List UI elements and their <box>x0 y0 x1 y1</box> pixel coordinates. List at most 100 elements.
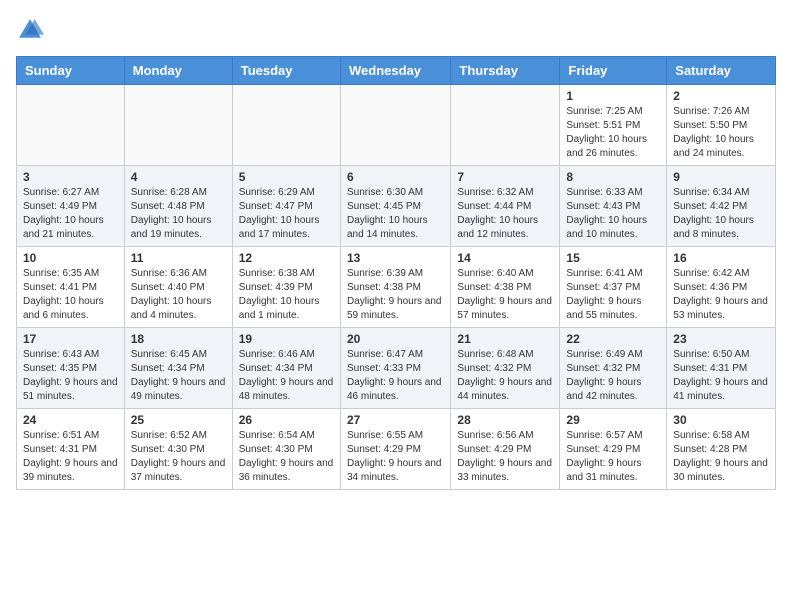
day-number: 15 <box>566 251 660 265</box>
calendar-cell: 29 Sunrise: 6:57 AM Sunset: 4:29 PM Dayli… <box>560 409 667 490</box>
calendar-week-row: 17 Sunrise: 6:43 AM Sunset: 4:35 PM Dayli… <box>17 328 776 409</box>
calendar-cell: 25 Sunrise: 6:52 AM Sunset: 4:30 PM Dayli… <box>124 409 232 490</box>
day-number: 22 <box>566 332 660 346</box>
weekday-header-thursday: Thursday <box>451 57 560 85</box>
calendar-cell: 9Sunrise: 6:34 AM Sunset: 4:42 PM Daylig… <box>667 166 776 247</box>
day-info: Sunrise: 7:26 AM Sunset: 5:50 PM Dayligh… <box>673 105 769 161</box>
day-number: 18 <box>131 332 226 346</box>
calendar-cell: 2 Sunrise: 7:26 AM Sunset: 5:50 PM Daylig… <box>667 85 776 166</box>
calendar-week-row: 10Sunrise: 6:35 AM Sunset: 4:41 PM Dayli… <box>17 247 776 328</box>
calendar-cell: 11 Sunrise: 6:36 AM Sunset: 4:40 PM Dayli… <box>124 247 232 328</box>
day-number: 8 <box>566 170 660 184</box>
day-info: Sunrise: 6:32 AM Sunset: 4:44 PM Dayligh… <box>457 186 553 242</box>
day-number: 7 <box>457 170 553 184</box>
day-number: 26 <box>239 413 334 427</box>
logo-icon <box>16 16 44 44</box>
calendar-cell: 20 Sunrise: 6:47 AM Sunset: 4:33 PM Dayli… <box>340 328 450 409</box>
calendar-cell: 26 Sunrise: 6:54 AM Sunset: 4:30 PM Dayli… <box>232 409 340 490</box>
calendar-cell <box>340 85 450 166</box>
day-number: 5 <box>239 170 334 184</box>
calendar-cell: 13 Sunrise: 6:39 AM Sunset: 4:38 PM Dayli… <box>340 247 450 328</box>
calendar-cell: 24 Sunrise: 6:51 AM Sunset: 4:31 PM Dayli… <box>17 409 125 490</box>
day-number: 1 <box>566 89 660 103</box>
day-number: 21 <box>457 332 553 346</box>
logo <box>16 16 48 44</box>
day-info: Sunrise: 6:58 AM Sunset: 4:28 PM Dayligh… <box>673 429 769 485</box>
day-number: 3 <box>23 170 118 184</box>
day-info: Sunrise: 6:40 AM Sunset: 4:38 PM Dayligh… <box>457 267 553 323</box>
day-number: 16 <box>673 251 769 265</box>
day-info: Sunrise: 6:57 AM Sunset: 4:29 PM Dayligh… <box>566 429 660 485</box>
day-number: 25 <box>131 413 226 427</box>
calendar-cell <box>232 85 340 166</box>
day-info: Sunrise: 7:25 AM Sunset: 5:51 PM Dayligh… <box>566 105 660 161</box>
weekday-header-saturday: Saturday <box>667 57 776 85</box>
calendar-week-row: 3 Sunrise: 6:27 AM Sunset: 4:49 PM Daylig… <box>17 166 776 247</box>
calendar-cell: 10Sunrise: 6:35 AM Sunset: 4:41 PM Dayli… <box>17 247 125 328</box>
day-info: Sunrise: 6:51 AM Sunset: 4:31 PM Dayligh… <box>23 429 118 485</box>
weekday-header-wednesday: Wednesday <box>340 57 450 85</box>
calendar-cell: 3 Sunrise: 6:27 AM Sunset: 4:49 PM Daylig… <box>17 166 125 247</box>
day-number: 9 <box>673 170 769 184</box>
day-number: 6 <box>347 170 444 184</box>
day-info: Sunrise: 6:41 AM Sunset: 4:37 PM Dayligh… <box>566 267 660 323</box>
calendar-cell: 6 Sunrise: 6:30 AM Sunset: 4:45 PM Daylig… <box>340 166 450 247</box>
calendar-cell: 28 Sunrise: 6:56 AM Sunset: 4:29 PM Dayli… <box>451 409 560 490</box>
day-number: 11 <box>131 251 226 265</box>
day-number: 27 <box>347 413 444 427</box>
day-info: Sunrise: 6:54 AM Sunset: 4:30 PM Dayligh… <box>239 429 334 485</box>
calendar-cell: 19 Sunrise: 6:46 AM Sunset: 4:34 PM Dayli… <box>232 328 340 409</box>
day-number: 17 <box>23 332 118 346</box>
calendar-cell: 7 Sunrise: 6:32 AM Sunset: 4:44 PM Daylig… <box>451 166 560 247</box>
page-header <box>16 16 776 44</box>
day-info: Sunrise: 6:52 AM Sunset: 4:30 PM Dayligh… <box>131 429 226 485</box>
calendar-cell: 12Sunrise: 6:38 AM Sunset: 4:39 PM Dayli… <box>232 247 340 328</box>
calendar-cell: 23 Sunrise: 6:50 AM Sunset: 4:31 PM Dayli… <box>667 328 776 409</box>
calendar-week-row: 24 Sunrise: 6:51 AM Sunset: 4:31 PM Dayli… <box>17 409 776 490</box>
day-number: 19 <box>239 332 334 346</box>
day-number: 28 <box>457 413 553 427</box>
day-info: Sunrise: 6:38 AM Sunset: 4:39 PM Dayligh… <box>239 267 334 323</box>
day-info: Sunrise: 6:35 AM Sunset: 4:41 PM Dayligh… <box>23 267 118 323</box>
weekday-header-monday: Monday <box>124 57 232 85</box>
calendar-cell <box>17 85 125 166</box>
day-number: 23 <box>673 332 769 346</box>
day-info: Sunrise: 6:28 AM Sunset: 4:48 PM Dayligh… <box>131 186 226 242</box>
calendar-cell: 1 Sunrise: 7:25 AM Sunset: 5:51 PM Daylig… <box>560 85 667 166</box>
day-info: Sunrise: 6:45 AM Sunset: 4:34 PM Dayligh… <box>131 348 226 404</box>
day-info: Sunrise: 6:27 AM Sunset: 4:49 PM Dayligh… <box>23 186 118 242</box>
day-info: Sunrise: 6:46 AM Sunset: 4:34 PM Dayligh… <box>239 348 334 404</box>
calendar-cell: 27 Sunrise: 6:55 AM Sunset: 4:29 PM Dayli… <box>340 409 450 490</box>
calendar-cell: 8 Sunrise: 6:33 AM Sunset: 4:43 PM Daylig… <box>560 166 667 247</box>
day-number: 4 <box>131 170 226 184</box>
day-info: Sunrise: 6:50 AM Sunset: 4:31 PM Dayligh… <box>673 348 769 404</box>
calendar-cell <box>124 85 232 166</box>
day-number: 13 <box>347 251 444 265</box>
calendar-week-row: 1 Sunrise: 7:25 AM Sunset: 5:51 PM Daylig… <box>17 85 776 166</box>
day-number: 2 <box>673 89 769 103</box>
weekday-header-tuesday: Tuesday <box>232 57 340 85</box>
calendar-cell: 30Sunrise: 6:58 AM Sunset: 4:28 PM Dayli… <box>667 409 776 490</box>
day-info: Sunrise: 6:39 AM Sunset: 4:38 PM Dayligh… <box>347 267 444 323</box>
day-info: Sunrise: 6:49 AM Sunset: 4:32 PM Dayligh… <box>566 348 660 404</box>
day-number: 20 <box>347 332 444 346</box>
day-info: Sunrise: 6:48 AM Sunset: 4:32 PM Dayligh… <box>457 348 553 404</box>
day-info: Sunrise: 6:36 AM Sunset: 4:40 PM Dayligh… <box>131 267 226 323</box>
calendar-cell: 18 Sunrise: 6:45 AM Sunset: 4:34 PM Dayli… <box>124 328 232 409</box>
weekday-header-sunday: Sunday <box>17 57 125 85</box>
calendar-cell: 17 Sunrise: 6:43 AM Sunset: 4:35 PM Dayli… <box>17 328 125 409</box>
day-info: Sunrise: 6:43 AM Sunset: 4:35 PM Dayligh… <box>23 348 118 404</box>
day-info: Sunrise: 6:47 AM Sunset: 4:33 PM Dayligh… <box>347 348 444 404</box>
weekday-header-friday: Friday <box>560 57 667 85</box>
day-info: Sunrise: 6:56 AM Sunset: 4:29 PM Dayligh… <box>457 429 553 485</box>
day-number: 29 <box>566 413 660 427</box>
day-info: Sunrise: 6:55 AM Sunset: 4:29 PM Dayligh… <box>347 429 444 485</box>
calendar-cell: 5Sunrise: 6:29 AM Sunset: 4:47 PM Daylig… <box>232 166 340 247</box>
calendar-cell: 4 Sunrise: 6:28 AM Sunset: 4:48 PM Daylig… <box>124 166 232 247</box>
day-info: Sunrise: 6:33 AM Sunset: 4:43 PM Dayligh… <box>566 186 660 242</box>
calendar-cell: 21 Sunrise: 6:48 AM Sunset: 4:32 PM Dayli… <box>451 328 560 409</box>
day-info: Sunrise: 6:30 AM Sunset: 4:45 PM Dayligh… <box>347 186 444 242</box>
calendar-cell: 15 Sunrise: 6:41 AM Sunset: 4:37 PM Dayli… <box>560 247 667 328</box>
day-number: 24 <box>23 413 118 427</box>
calendar-cell: 14Sunrise: 6:40 AM Sunset: 4:38 PM Dayli… <box>451 247 560 328</box>
